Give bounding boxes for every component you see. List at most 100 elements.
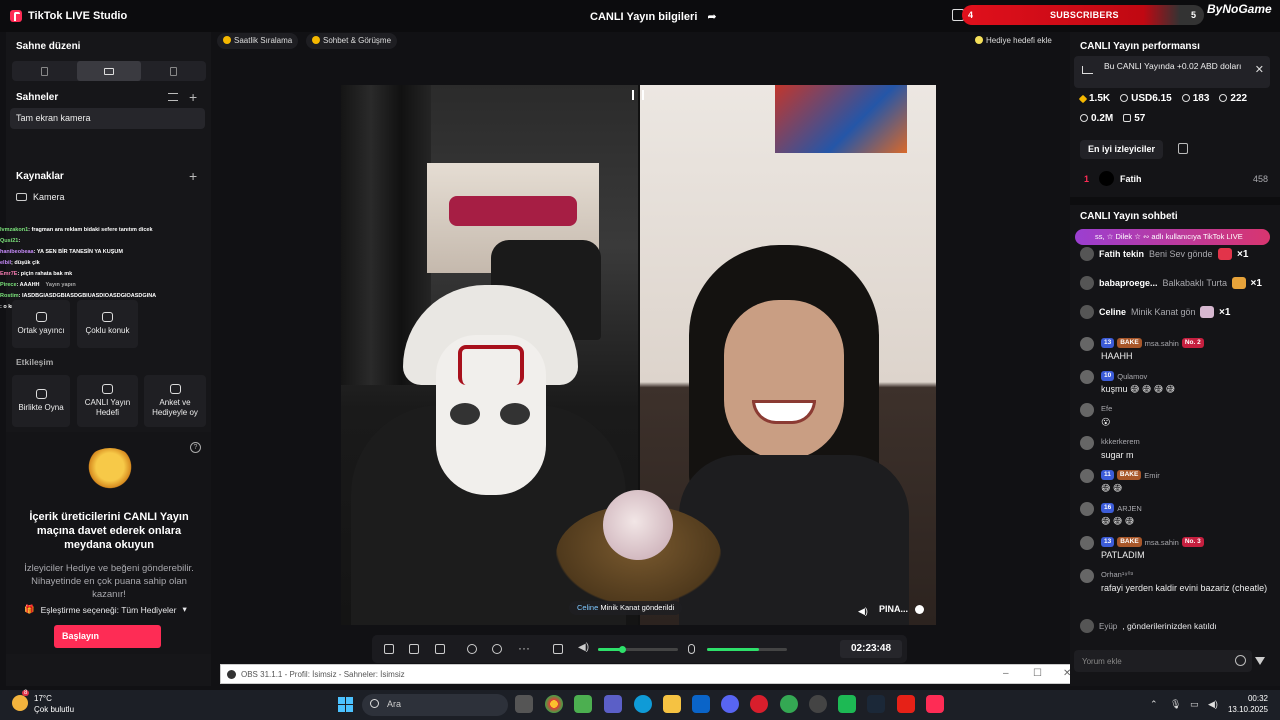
outlook-icon[interactable] (692, 695, 710, 713)
message-author: Qulamov (1117, 371, 1148, 381)
teams-icon[interactable] (604, 695, 622, 713)
steam-icon[interactable] (867, 695, 885, 713)
clock[interactable]: 00:32 13.10.2025 (1228, 693, 1268, 715)
match-option-label: Eşleştirme seçeneği: Tüm Hediyeler (40, 604, 177, 615)
play-together-tile[interactable]: Birlikte Oyna (12, 375, 70, 427)
subscriber-count-current: 4 (968, 10, 974, 20)
chat-icon (312, 36, 320, 44)
layout-portrait-button[interactable] (12, 61, 77, 81)
live-goal-tile[interactable]: CANLI Yayın Hedefi (77, 375, 138, 427)
more-icon[interactable]: ··· (518, 641, 530, 655)
overlay-chat-text: : piçin rahata bak mk (17, 271, 73, 277)
team-badge: BAKE (1117, 537, 1142, 547)
guest-smile (752, 400, 816, 424)
trend-icon (1082, 66, 1093, 74)
section-divider (1070, 197, 1280, 205)
joined-notice: Eyüp , gönderilerinizden katıldı (1080, 619, 1275, 633)
edge-icon[interactable] (634, 695, 652, 713)
microphone-icon[interactable] (688, 644, 695, 654)
tray-volume-icon[interactable]: ◀) (1208, 699, 1218, 710)
comment-input[interactable]: Yorum ekle (1074, 650, 1252, 672)
scene-list-icon[interactable] (168, 93, 178, 101)
invite-label: Yayın yapın (45, 282, 76, 288)
obs-taskbar-icon[interactable] (809, 695, 827, 713)
weather-icon (12, 695, 28, 711)
overlay-chat-text: : fragman ara reklam bidaki sefere tanıt… (28, 227, 153, 233)
scene-item[interactable]: Tam ekran kamera (10, 108, 205, 129)
source-item-camera[interactable]: Kamera (16, 192, 65, 202)
multi-guest-tile[interactable]: Çoklu konuk (77, 300, 138, 348)
list-detail-icon[interactable] (1178, 143, 1188, 154)
screen-icon[interactable] (435, 644, 445, 654)
joined-user: Eyüp (1099, 621, 1118, 631)
overlay-chat-text: : (18, 238, 21, 244)
opera-icon[interactable] (750, 695, 768, 713)
multi-guest-icon (102, 312, 113, 322)
taskbar-search[interactable]: Ara (362, 694, 508, 716)
emoji-icon[interactable] (1235, 655, 1246, 666)
chrome-icon[interactable] (545, 695, 563, 713)
mic-volume-slider[interactable] (707, 648, 787, 651)
gift-message: Minik Kanat gönderildi (1131, 307, 1196, 317)
gifts-stat: 57 (1123, 113, 1145, 124)
app-green-icon[interactable] (838, 695, 856, 713)
tile-label: CANLI Yayın Hedefi (84, 398, 131, 417)
weather-widget[interactable]: 17°C Çok bulutlu (12, 693, 74, 715)
start-icon-tile (346, 697, 353, 704)
promo-body: İzleyiciler Hediye ve beğeni gönderebili… (24, 563, 194, 600)
layout-rotate-button[interactable] (141, 61, 206, 81)
discord-icon[interactable] (721, 695, 739, 713)
settings-sliders-icon[interactable] (553, 644, 563, 654)
effects-icon[interactable] (384, 644, 394, 654)
file-explorer-icon[interactable] (663, 695, 681, 713)
close-icon[interactable]: ✕ (1255, 65, 1264, 76)
layout-bars-icon[interactable] (632, 90, 644, 100)
add-source-icon[interactable]: + (189, 169, 197, 183)
co-host-tile[interactable]: Ortak yayıncı (12, 300, 70, 348)
top-viewers-button[interactable]: En iyi izleyiciler (1080, 140, 1164, 159)
poll-tile[interactable]: Anket ve Hediyeyle oy (144, 375, 206, 427)
match-option-dropdown[interactable]: 🎁 Eşleştirme seçeneği: Tüm Hediyeler ▾ (24, 604, 187, 615)
sources-title: Kaynaklar (16, 171, 64, 182)
speaker-volume-slider[interactable] (598, 646, 678, 653)
chrome-profile-icon[interactable] (780, 695, 798, 713)
gift-row: Fatih tekin Beni Sev gönderildi ×1 (1080, 247, 1275, 261)
gifts-value: 57 (1134, 113, 1146, 124)
record-icon[interactable] (467, 644, 477, 654)
guest-speaker-icon[interactable]: ◀) (858, 606, 868, 617)
tray-network-icon[interactable]: ▭ (1190, 699, 1199, 710)
start-button[interactable] (338, 697, 353, 712)
youtube-icon[interactable] (897, 695, 915, 713)
gift-toast: Celine Minik Kanat gönderildi (569, 601, 683, 615)
gift-goal-button[interactable]: Hediye hedefi ekle (969, 33, 1058, 49)
volume-icon[interactable]: ◀) (578, 642, 589, 653)
maximize-icon[interactable]: ☐ (1033, 668, 1042, 679)
speaker-volume-knob[interactable] (619, 646, 626, 653)
tray-mic-icon[interactable]: 🎙 (1170, 699, 1181, 710)
gift-message: Balkabaklı Turta (1162, 278, 1227, 288)
tray-chevron-icon[interactable]: ⌃ (1150, 699, 1158, 710)
layout-landscape-button[interactable] (76, 61, 142, 81)
tile-label: Çoklu konuk (85, 326, 130, 335)
scenes-title: Sahneler (16, 92, 59, 103)
live-info-button[interactable]: CANLI Yayın bilgileri ➦ (590, 10, 717, 24)
followers-stat: 222 (1219, 93, 1247, 104)
store-icon[interactable] (574, 695, 592, 713)
add-source-ctl-icon[interactable] (409, 644, 419, 654)
minimize-icon[interactable]: – (1003, 668, 1009, 679)
task-view-icon[interactable] (515, 695, 533, 713)
viewer-rank: 1 (1084, 173, 1090, 184)
filter-icon[interactable] (1255, 657, 1265, 665)
brand-logo: ByNoGame (1207, 2, 1272, 16)
help-icon[interactable]: ? (190, 442, 201, 453)
guest-menu-icon[interactable] (915, 605, 924, 614)
top-viewer-row[interactable]: 1 Fatih 458 (1084, 171, 1268, 186)
obs-window-bar[interactable]: OBS 31.1.1 - Profil: İsimsiz - Sahneler:… (220, 664, 1082, 684)
camera-settings-icon[interactable] (492, 644, 502, 654)
tiktok-icon[interactable] (926, 695, 944, 713)
poll-icon (169, 384, 181, 394)
add-scene-icon[interactable]: + (189, 90, 197, 104)
hourly-ranking-pill[interactable]: Saatlik Sıralama (217, 33, 299, 49)
chat-pill[interactable]: Sohbet & Görüşme (306, 33, 398, 49)
start-match-button[interactable]: Başlayın (54, 625, 161, 648)
